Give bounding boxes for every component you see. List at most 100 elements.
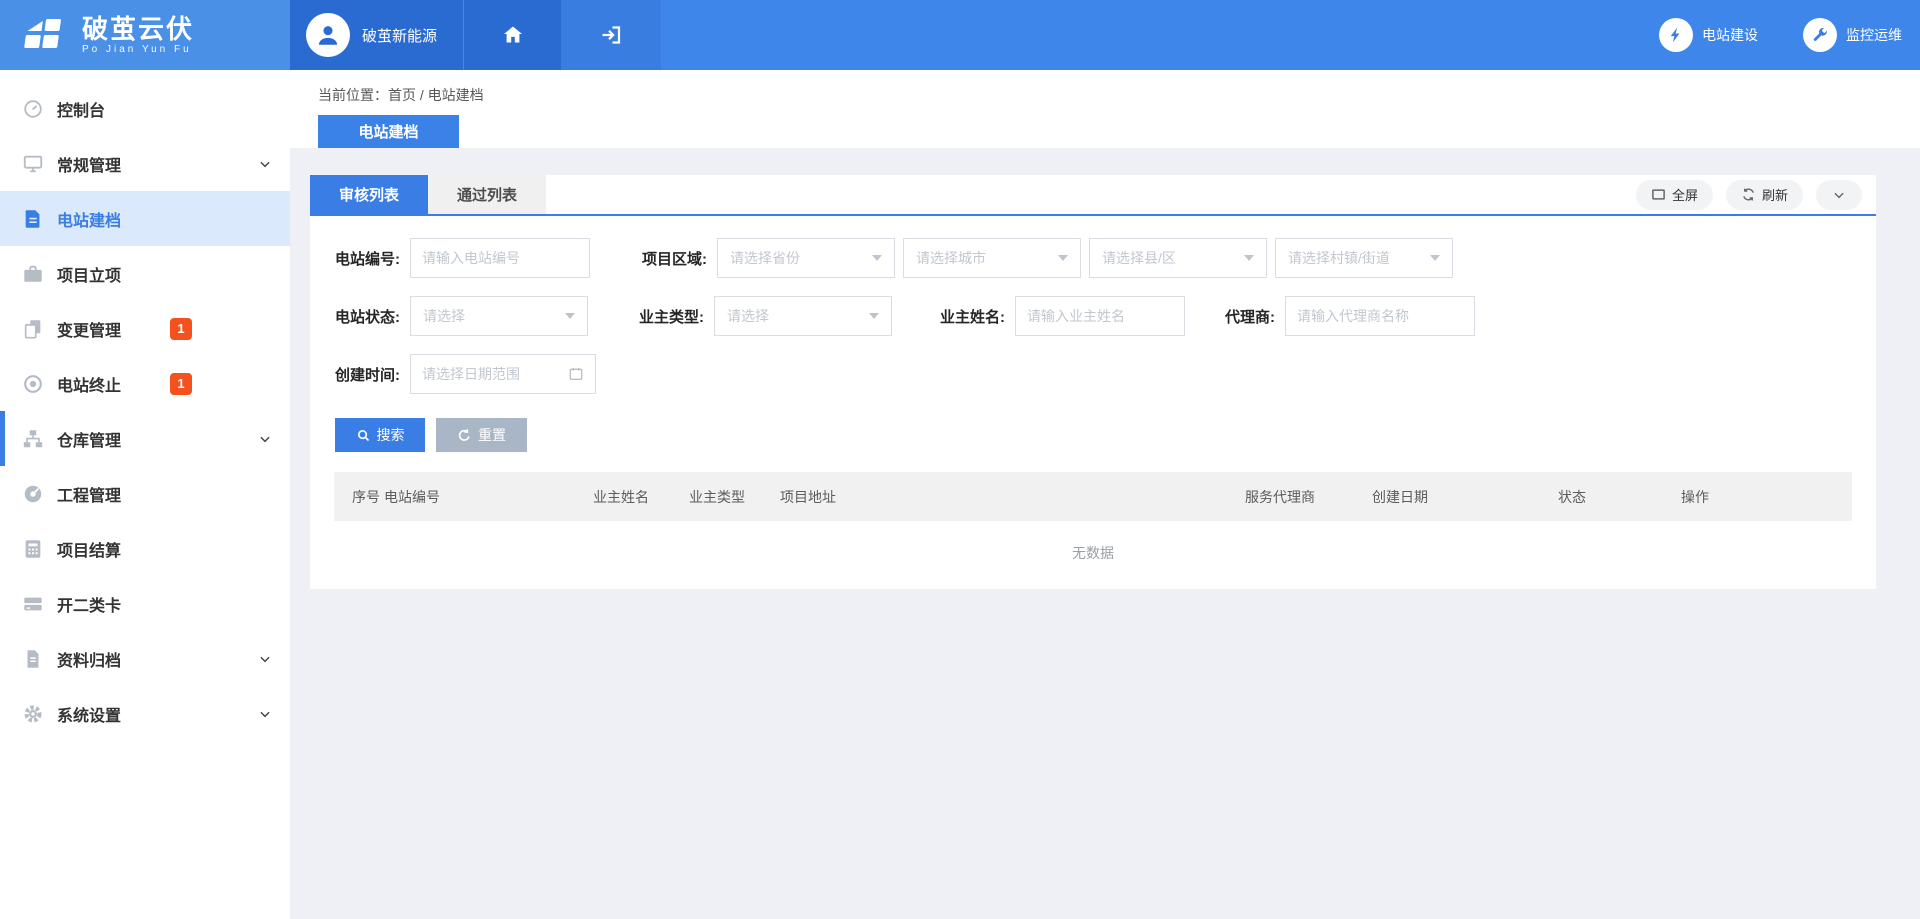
filter-row-2: 电站状态: 请选择 业主类型: 请选择 业主姓名: 代理商: <box>335 296 1851 336</box>
sidebar-item-station-termination[interactable]: 电站终止 1 <box>0 356 290 411</box>
breadcrumb-separator: / <box>416 87 428 103</box>
chevron-down-icon <box>258 707 272 721</box>
filter-form: 电站编号: 项目区域: 请选择省份 请选择城市 请选择县/区 请选择村镇/街道 <box>310 216 1876 394</box>
col-project-address: 项目地址 <box>780 487 1245 507</box>
breadcrumb-current: 电站建档 <box>428 87 484 103</box>
col-service-agent: 服务代理商 <box>1245 487 1372 507</box>
agent-label: 代理商: <box>1225 306 1275 327</box>
owner-type-label: 业主类型: <box>639 306 704 327</box>
filter-row-1: 电站编号: 项目区域: 请选择省份 请选择城市 请选择县/区 请选择村镇/街道 <box>335 238 1851 278</box>
sidebar-item-project-settlement[interactable]: 项目结算 <box>0 521 290 576</box>
wrench-icon <box>1803 18 1837 52</box>
nav-monitor-ops-label: 监控运维 <box>1846 25 1902 45</box>
create-time-label: 创建时间: <box>335 364 400 385</box>
breadcrumb-link-home[interactable]: 首页 <box>388 87 416 103</box>
login-arrow-icon <box>599 23 623 47</box>
col-station-code: 电站编号 <box>384 487 593 507</box>
search-icon <box>356 428 371 443</box>
home-button[interactable] <box>463 0 561 70</box>
brand-title: 破茧云伏 <box>82 15 194 44</box>
caret-down-icon <box>1430 255 1440 261</box>
dashboard-icon <box>22 98 44 120</box>
sidebar-item-system-settings[interactable]: 系统设置 <box>0 686 290 741</box>
project-region-label: 项目区域: <box>642 248 707 269</box>
caret-down-icon <box>565 313 575 319</box>
card-header: 审核列表 通过列表 全屏 刷新 <box>310 175 1876 216</box>
col-status: 状态 <box>1558 487 1681 507</box>
agent-input[interactable] <box>1285 296 1475 336</box>
notification-badge: 1 <box>170 373 192 395</box>
home-icon <box>501 23 525 47</box>
breadcrumb-bar: 当前位置：首页 / 电站建档 电站建档 <box>290 70 1920 148</box>
target-icon <box>22 373 44 395</box>
filter-row-3: 创建时间: 请选择日期范围 <box>335 354 1851 394</box>
create-time-range-picker[interactable]: 请选择日期范围 <box>410 354 596 394</box>
refresh-button[interactable]: 刷新 <box>1726 180 1803 210</box>
owner-name-input[interactable] <box>1015 296 1185 336</box>
owner-name-label: 业主姓名: <box>940 306 1005 327</box>
nav-monitor-ops[interactable]: 监控运维 <box>1803 18 1902 52</box>
caret-down-icon <box>872 255 882 261</box>
station-status-label: 电站状态: <box>335 306 400 327</box>
fullscreen-button[interactable]: 全屏 <box>1636 180 1713 210</box>
city-select[interactable]: 请选择城市 <box>903 238 1081 278</box>
reset-button[interactable]: 重置 <box>436 418 527 452</box>
sidebar-item-open-card[interactable]: 开二类卡 <box>0 576 290 631</box>
brand-logo: 破茧云伏 Po Jian Yun Fu <box>0 0 290 70</box>
owner-type-select[interactable]: 请选择 <box>714 296 892 336</box>
archive-icon <box>22 648 44 670</box>
search-button[interactable]: 搜索 <box>335 418 425 452</box>
sidebar-item-data-archive[interactable]: 资料归档 <box>0 631 290 686</box>
logout-button[interactable] <box>561 0 661 70</box>
sidebar-item-general-mgmt[interactable]: 常规管理 <box>0 136 290 191</box>
monitor-icon <box>22 153 44 175</box>
col-owner-type: 业主类型 <box>689 487 780 507</box>
sidebar-item-station-archive[interactable]: 电站建档 <box>0 191 290 246</box>
sidebar-item-change-mgmt[interactable]: 变更管理 1 <box>0 301 290 356</box>
card-toolbar: 全屏 刷新 <box>1636 175 1862 214</box>
reset-icon <box>457 428 472 443</box>
breadcrumb-prefix: 当前位置： <box>318 87 388 103</box>
station-code-input[interactable] <box>410 238 590 278</box>
sidebar: 控制台 常规管理 电站建档 项目立项 变更管理 1 电站终止 1 <box>0 70 290 919</box>
gear-icon <box>22 703 44 725</box>
village-select[interactable]: 请选择村镇/街道 <box>1275 238 1453 278</box>
filter-actions: 搜索 重置 <box>310 412 1876 452</box>
nav-station-build[interactable]: 电站建设 <box>1659 18 1758 52</box>
sidebar-item-console[interactable]: 控制台 <box>0 81 290 136</box>
col-owner-name: 业主姓名 <box>593 487 689 507</box>
chevron-down-icon <box>258 157 272 171</box>
fullscreen-icon <box>1651 187 1666 202</box>
tab-review-list[interactable]: 审核列表 <box>310 175 428 214</box>
collapse-button[interactable] <box>1816 180 1862 210</box>
station-status-select[interactable]: 请选择 <box>410 296 588 336</box>
calculator-icon <box>22 538 44 560</box>
breadcrumb: 当前位置：首页 / 电站建档 <box>318 85 484 105</box>
station-archive-card: 审核列表 通过列表 全屏 刷新 电站编号: 项目区域: <box>310 175 1876 589</box>
refresh-icon <box>1741 187 1756 202</box>
card-icon <box>22 593 44 615</box>
caret-down-icon <box>869 313 879 319</box>
user-avatar-icon <box>306 13 350 57</box>
county-select[interactable]: 请选择县/区 <box>1089 238 1267 278</box>
caret-down-icon <box>1058 255 1068 261</box>
chevron-down-icon <box>258 652 272 666</box>
main-content: 当前位置：首页 / 电站建档 电站建档 审核列表 通过列表 全屏 刷新 <box>290 70 1920 919</box>
topbar-right: 电站建设 监控运维 <box>1659 0 1920 70</box>
sidebar-item-project-initiation[interactable]: 项目立项 <box>0 246 290 301</box>
station-code-label: 电站编号: <box>335 248 400 269</box>
sidebar-item-engineering-mgmt[interactable]: 工程管理 <box>0 466 290 521</box>
chevron-down-icon <box>1832 188 1846 202</box>
current-user[interactable]: 破茧新能源 <box>290 0 463 70</box>
chevron-down-icon <box>258 432 272 446</box>
brand-text: 破茧云伏 Po Jian Yun Fu <box>82 15 194 55</box>
gauge-icon <box>22 483 44 505</box>
sidebar-item-warehouse-mgmt[interactable]: 仓库管理 <box>0 411 290 466</box>
province-select[interactable]: 请选择省份 <box>717 238 895 278</box>
solar-panel-logo-icon <box>18 13 70 57</box>
col-create-date: 创建日期 <box>1372 487 1558 507</box>
company-name: 破茧新能源 <box>362 25 437 46</box>
caret-down-icon <box>1244 255 1254 261</box>
page-tab-station-archive[interactable]: 电站建档 <box>318 115 459 148</box>
tab-passed-list[interactable]: 通过列表 <box>428 175 546 214</box>
